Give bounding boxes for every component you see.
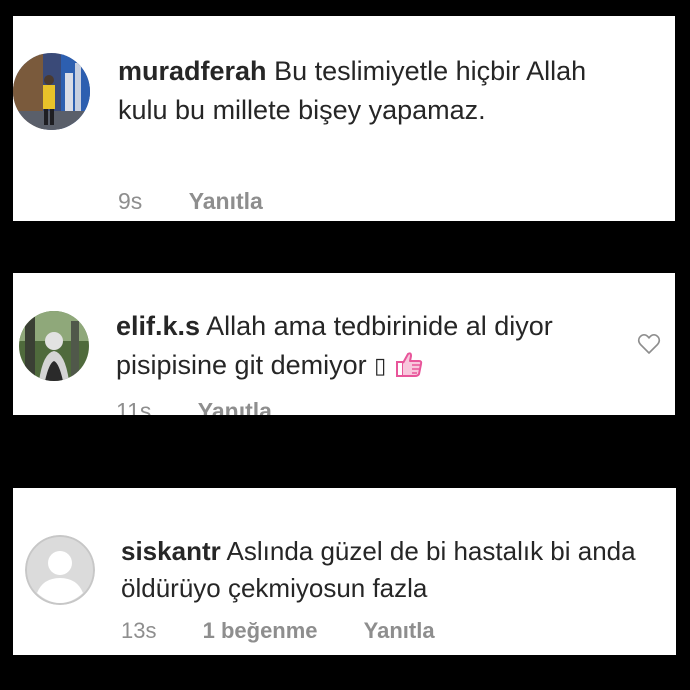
heart-outline-icon[interactable]	[637, 333, 661, 355]
comment-time: 13s	[121, 618, 157, 643]
comment-card: siskantr Aslında güzel de bi hastalık bi…	[13, 488, 676, 655]
comment-time: 9s	[118, 188, 143, 214]
comment-body: elif.k.s Allah ama tedbirinide al diyor …	[116, 307, 636, 385]
comment-body: muradferah Bu teslimiyetle hiçbir Allah …	[118, 52, 638, 130]
comment-meta: 9s Yanıtla	[118, 188, 303, 215]
default-user-avatar	[25, 535, 95, 605]
avatar[interactable]	[19, 311, 89, 381]
comment-time: 11s	[116, 398, 152, 415]
username[interactable]: muradferah	[118, 56, 267, 86]
comment-card: muradferah Bu teslimiyetle hiçbir Allah …	[13, 16, 675, 221]
thumbs-up-emoji-icon	[394, 350, 424, 378]
avatar[interactable]	[13, 53, 90, 130]
avatar[interactable]	[25, 535, 95, 605]
reply-button[interactable]: Yanıtla	[198, 398, 272, 415]
comment-meta: 13s 1 beğenme Yanıtla	[121, 618, 475, 644]
comment-meta: 11s Yanıtla	[116, 398, 312, 415]
missing-glyph: ▯	[374, 353, 387, 378]
username[interactable]: siskantr	[121, 536, 221, 566]
user-photo-avatar	[13, 53, 90, 130]
reply-button[interactable]: Yanıtla	[189, 188, 263, 214]
user-photo-avatar	[19, 311, 89, 381]
reply-button[interactable]: Yanıtla	[364, 618, 435, 643]
likes-count-button[interactable]: 1 beğenme	[203, 618, 318, 643]
comment-card: elif.k.s Allah ama tedbirinide al diyor …	[13, 273, 675, 415]
username[interactable]: elif.k.s	[116, 311, 200, 341]
comment-body: siskantr Aslında güzel de bi hastalık bi…	[121, 533, 641, 607]
